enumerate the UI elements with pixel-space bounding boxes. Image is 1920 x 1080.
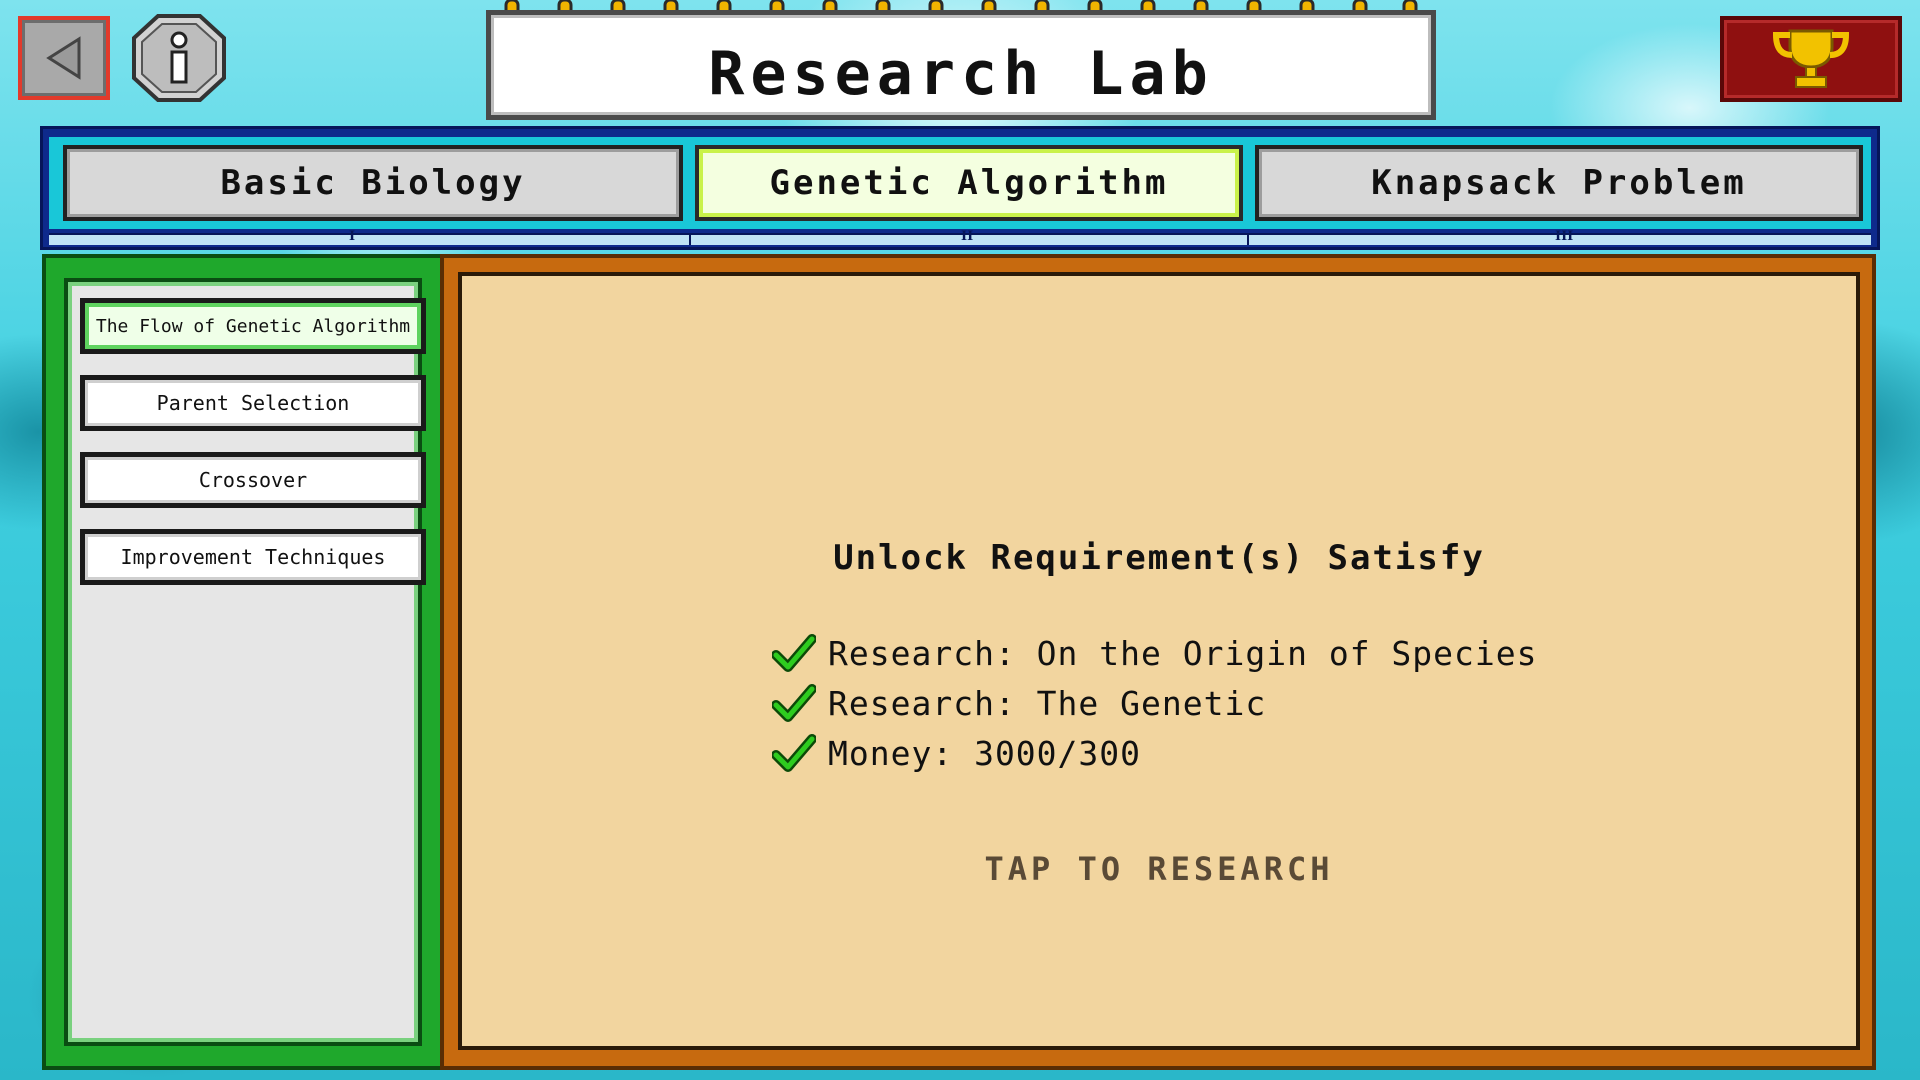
- requirement-item: Money: 3000/300: [772, 728, 1538, 778]
- topic-sidebar: The Flow of Genetic Algorithm Parent Sel…: [42, 254, 444, 1070]
- sidebar-item-flow-of-genetic-algorithm[interactable]: The Flow of Genetic Algorithm: [80, 298, 426, 354]
- info-icon: [132, 14, 226, 102]
- requirement-text: Research: The Genetic: [828, 683, 1267, 723]
- sidebar-item-label: Parent Selection: [156, 391, 350, 415]
- tab-knapsack-problem[interactable]: Knapsack Problem: [1255, 145, 1863, 221]
- tab-divider: [689, 233, 691, 245]
- sidebar-item-improvement-techniques[interactable]: Improvement Techniques: [80, 529, 426, 585]
- sidebar-item-label: Crossover: [198, 468, 308, 492]
- tab-numeral-2: II: [961, 229, 974, 244]
- achievements-button[interactable]: [1720, 16, 1902, 102]
- tab-label: Basic Biology: [220, 163, 526, 203]
- checkmark-icon: [772, 734, 816, 772]
- sidebar-item-parent-selection[interactable]: Parent Selection: [80, 375, 426, 431]
- research-panel[interactable]: Unlock Requirement(s) Satisfy Research: …: [440, 254, 1876, 1070]
- back-button[interactable]: [18, 16, 110, 100]
- tab-numeral-1: I: [349, 229, 356, 244]
- requirement-item: Research: The Genetic: [772, 678, 1538, 728]
- requirement-text: Money: 3000/300: [828, 733, 1142, 773]
- tab-strip: [49, 233, 1871, 245]
- requirement-list: Research: On the Origin of Species Resea…: [772, 628, 1538, 778]
- tab-genetic-algorithm[interactable]: Genetic Algorithm: [695, 145, 1243, 221]
- requirement-item: Research: On the Origin of Species: [772, 628, 1538, 678]
- checkmark-icon: [772, 634, 816, 672]
- requirement-title: Unlock Requirement(s) Satisfy: [833, 538, 1485, 578]
- category-tabs-bar: Basic Biology Genetic Algorithm Knapsack…: [40, 126, 1880, 250]
- trophy-icon: [1772, 29, 1850, 88]
- research-content[interactable]: Unlock Requirement(s) Satisfy Research: …: [458, 272, 1860, 1050]
- tap-to-research-button[interactable]: TAP TO RESEARCH: [462, 850, 1856, 888]
- sidebar-item-crossover[interactable]: Crossover: [80, 452, 426, 508]
- requirement-text: Research: On the Origin of Species: [828, 633, 1538, 673]
- tab-basic-biology[interactable]: Basic Biology: [63, 145, 683, 221]
- tab-divider: [1247, 233, 1249, 245]
- checkmark-icon: [772, 684, 816, 722]
- back-arrow-icon: [46, 36, 81, 80]
- page-title: Research Lab: [708, 39, 1214, 109]
- tab-numeral-3: III: [1555, 229, 1574, 244]
- tabs-container: Basic Biology Genetic Algorithm Knapsack…: [49, 137, 1871, 229]
- title-card: Research Lab: [486, 10, 1436, 120]
- info-button[interactable]: [132, 14, 226, 102]
- sidebar-item-label: The Flow of Genetic Algorithm: [95, 315, 411, 337]
- sidebar-item-label: Improvement Techniques: [120, 545, 386, 569]
- topic-list: The Flow of Genetic Algorithm Parent Sel…: [64, 278, 426, 1046]
- tab-label: Knapsack Problem: [1371, 163, 1747, 203]
- tab-label: Genetic Algorithm: [769, 163, 1169, 203]
